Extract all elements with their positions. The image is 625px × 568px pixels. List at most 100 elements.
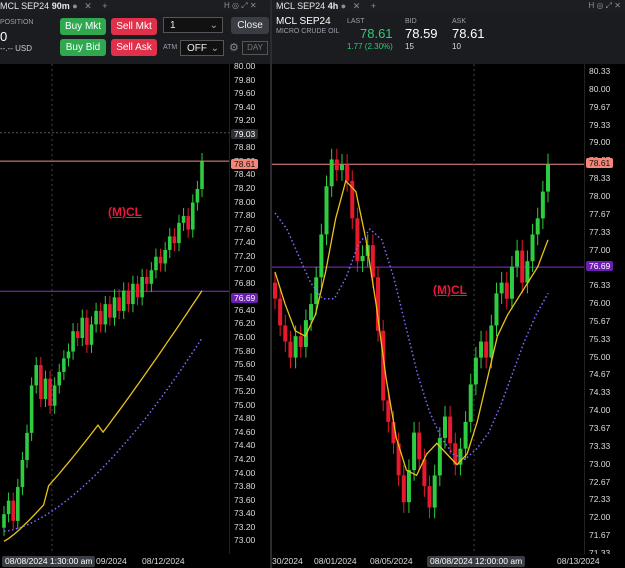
right-price-axis[interactable]: 80.3380.0079.6779.3379.0078.6778.3378.00… [584, 64, 625, 558]
price-tick: 77.33 [589, 226, 611, 237]
candle-body [140, 277, 144, 298]
price-tick: 73.80 [234, 481, 256, 492]
tab-tools-icons[interactable]: H ◎ ⤢ ✕ [224, 0, 257, 12]
atm-select[interactable]: OFF ⌄ [180, 40, 224, 56]
tab-close-icon[interactable]: ✕ [353, 1, 361, 11]
candle-body [34, 365, 39, 386]
add-tab-icon[interactable]: + [102, 1, 107, 11]
left-cursor-time: 08/08/2024 1:30:00 am [2, 556, 96, 567]
bid-label: BID [405, 18, 417, 25]
last-price-tag: 78.61 [231, 159, 259, 169]
candle-body [2, 514, 6, 528]
candle-body [484, 341, 489, 358]
left-price-chart[interactable] [0, 64, 229, 554]
price-tick: 75.67 [589, 315, 611, 326]
price-tick: 75.33 [589, 333, 611, 344]
price-tick: 77.20 [234, 250, 256, 261]
left-chart-tab[interactable]: MCL SEP24 90m ● ✕ + [0, 0, 108, 12]
right-tab-bar: MCL SEP24 4h ● ✕ + H ◎ ⤢ ✕ [272, 0, 625, 12]
last-price: 78.61 [360, 26, 393, 41]
price-tick: 80.00 [234, 61, 256, 71]
tab-dot-icon: ● [340, 1, 347, 11]
tif-select[interactable]: DAY [242, 41, 268, 55]
candle-body [334, 159, 339, 171]
candle-body [71, 331, 75, 352]
price-tick: 74.80 [234, 413, 256, 424]
right-time-axis[interactable]: 30/2024 08/01/2024 08/05/2024 08/08/2024… [272, 554, 625, 568]
fast-moving-average [3, 290, 203, 542]
bid-size: 15 [405, 42, 414, 51]
price-tick: 79.20 [234, 115, 256, 126]
last-price-tag: 78.61 [586, 158, 614, 168]
close-position-button[interactable]: Close [231, 17, 269, 34]
candle-body [339, 164, 344, 171]
candle-body [94, 310, 98, 325]
ask-size: 10 [452, 42, 461, 51]
candle-body [135, 283, 140, 298]
right-time-tick: 08/13/2024 [557, 556, 600, 566]
sell-ask-button[interactable]: Sell Ask [111, 39, 157, 56]
buy-bid-button[interactable]: Buy Bid [60, 39, 106, 56]
position-label: POSITION [0, 19, 34, 26]
candle-body [103, 304, 108, 325]
left-study-label: (M)CL [108, 205, 142, 219]
price-tick: 79.60 [234, 88, 256, 99]
chevron-down-icon: ⌄ [209, 20, 218, 31]
tab-dot-icon: ● [72, 1, 78, 11]
candle-body [195, 188, 200, 203]
candle-body [273, 282, 277, 299]
price-tick: 75.00 [589, 351, 611, 362]
candle-body [62, 358, 66, 372]
gear-icon[interactable]: ⚙ [229, 41, 239, 54]
price-tick: 73.20 [234, 521, 256, 532]
candle-body [158, 256, 163, 264]
candle-body [319, 234, 324, 278]
right-time-tick: 08/05/2024 [370, 556, 413, 566]
candle-body [442, 416, 447, 438]
left-time-axis[interactable]: 08/08/2024 1:30:00 am 09/2024 08/12/2024 [0, 554, 270, 568]
candle-body [293, 336, 298, 358]
price-tick: 75.40 [234, 372, 256, 383]
left-price-axis[interactable]: 80.0079.8079.6079.4079.2079.0078.8078.60… [229, 61, 271, 554]
right-quote-bar: MCL SEP24 MICRO CRUDE OIL LAST 78.61 1.7… [272, 12, 625, 64]
right-study-label: (M)CL [433, 283, 467, 297]
price-tick: 75.60 [234, 359, 256, 370]
candle-body [437, 437, 442, 476]
add-tab-icon[interactable]: + [371, 1, 376, 11]
sell-market-button[interactable]: Sell Mkt [111, 18, 157, 35]
candle-body [144, 277, 149, 284]
candle-body [499, 282, 504, 294]
candle-body [417, 432, 422, 460]
price-tick: 78.00 [234, 196, 256, 207]
price-tick: 73.60 [234, 494, 256, 505]
price-level-tag: 76.69 [231, 293, 259, 303]
right-price-chart[interactable] [272, 64, 584, 554]
symbol-name: MCL SEP24 [276, 16, 331, 27]
candle-body [412, 432, 417, 471]
tab-tools-icons[interactable]: H ◎ ⤢ ✕ [588, 0, 621, 12]
price-tick: 74.33 [589, 387, 611, 398]
price-tick: 75.00 [234, 399, 256, 410]
quantity-select[interactable]: 1 ⌄ [163, 17, 223, 33]
candle-body [278, 298, 283, 326]
candle-body [75, 331, 80, 338]
candle-body [25, 432, 29, 460]
right-chart-tab[interactable]: MCL SEP24 4h ● ✕ + [276, 0, 376, 12]
candle-body [20, 459, 25, 488]
candle-body [48, 378, 52, 406]
candle-body [186, 216, 190, 230]
price-tick: 76.20 [234, 318, 256, 329]
price-tick: 73.67 [589, 423, 611, 433]
buy-market-button[interactable]: Buy Mkt [60, 18, 106, 35]
candle-body [530, 234, 535, 262]
price-tick: 73.00 [234, 535, 256, 546]
candle-body [98, 310, 103, 325]
candle-body [149, 270, 154, 284]
slow-moving-average [3, 337, 203, 532]
tab-close-icon[interactable]: ✕ [84, 1, 92, 11]
price-tick: 78.20 [234, 182, 256, 193]
price-tick: 77.80 [234, 210, 256, 221]
candle-body [112, 297, 117, 318]
candle-body [43, 378, 48, 399]
left-order-bar: POSITION 0 --.-- USD Buy Mkt Sell Mkt Bu… [0, 12, 270, 64]
